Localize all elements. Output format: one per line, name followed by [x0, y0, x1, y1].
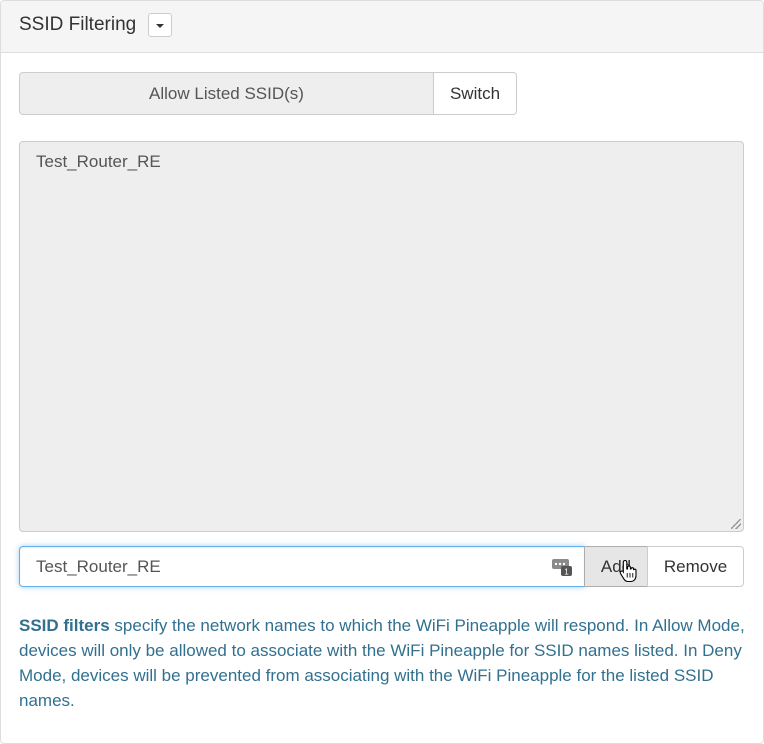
ssid-list-content: Test_Router_RE: [36, 152, 161, 171]
svg-text:1: 1: [564, 568, 569, 577]
ssid-list-textarea[interactable]: Test_Router_RE: [19, 141, 744, 532]
help-text: SSID filters specify the network names t…: [19, 613, 745, 713]
ssid-input[interactable]: [19, 546, 585, 587]
panel-heading: SSID Filtering: [1, 1, 763, 53]
ssid-filtering-panel: SSID Filtering Allow Listed SSID(s) Swit…: [0, 0, 764, 744]
caret-down-icon: [156, 24, 164, 28]
switch-mode-button[interactable]: Switch: [433, 72, 517, 115]
hand-pointer-icon: [619, 559, 637, 583]
help-text-body: specify the network names to which the W…: [19, 616, 745, 710]
resize-handle-icon[interactable]: [731, 519, 741, 529]
help-text-bold: SSID filters: [19, 616, 110, 635]
remove-button[interactable]: Remove: [647, 546, 744, 587]
filter-mode-label: Allow Listed SSID(s): [19, 72, 434, 115]
panel-dropdown-button[interactable]: [148, 13, 172, 37]
add-button[interactable]: Add: [584, 546, 648, 587]
password-manager-icon[interactable]: 1: [552, 556, 573, 577]
panel-title: SSID Filtering: [19, 14, 137, 35]
